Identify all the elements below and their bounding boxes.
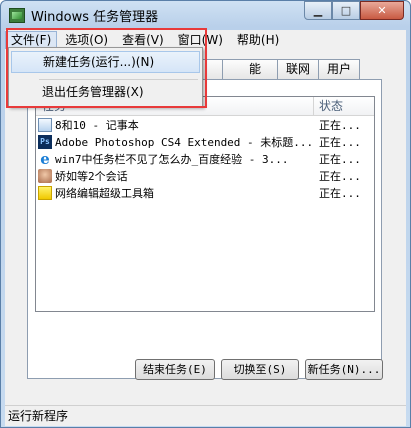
task-name: Adobe Photoshop CS4 Extended - 未标题... [55,135,314,149]
menu-help[interactable]: 帮助(H) [231,31,285,49]
column-status[interactable]: 状态 [314,97,374,115]
window-controls: ▁ □ ✕ [304,1,404,20]
tab-performance[interactable]: 能 [222,59,278,79]
task-status: 正在... [319,186,361,200]
task-row[interactable]: 8和10 - 记事本 正在... [36,116,374,133]
tab-networking[interactable]: 联网 [277,59,320,79]
task-list[interactable]: 任务 状态 8和10 - 记事本 正在... PsAdobe Photoshop… [35,96,375,312]
notepad-icon [38,117,52,132]
task-status: 正在... [319,118,361,132]
file-menu-dropdown: 新建任务(运行...)(N) 退出任务管理器(X) [8,47,203,107]
applications-panel: 任务 状态 8和10 - 记事本 正在... PsAdobe Photoshop… [27,79,382,379]
tab-users[interactable]: 用户 [318,59,361,79]
title-bar[interactable]: Windows 任务管理器 ▁ □ ✕ [1,1,410,29]
minimize-button[interactable]: ▁ [304,1,332,20]
new-task-button[interactable]: 新任务(N)... [305,359,383,380]
menu-separator [39,79,198,80]
task-status: 正在... [319,152,361,166]
task-status: 正在... [319,169,361,183]
task-row[interactable]: e win7中任务栏不见了怎么办_百度经验 - 3... 正在... [36,150,374,167]
task-row[interactable]: 娇如等2个会话 正在... [36,167,374,184]
window-title: Windows 任务管理器 [31,10,159,25]
task-name: 娇如等2个会话 [55,169,128,183]
photoshop-icon: Ps [38,134,52,149]
task-name: 8和10 - 记事本 [55,118,139,132]
chat-avatar-icon [38,168,52,183]
menu-exit-task-manager[interactable]: 退出任务管理器(X) [11,82,200,102]
task-row[interactable]: Ps Adobe Photoshop CS4 Extended - 未标题... … [36,133,374,150]
ie-icon: e [40,150,50,167]
task-name: 网络编辑超级工具箱 [55,186,154,200]
end-task-button[interactable]: 结束任务(E) [135,359,215,380]
switch-to-button[interactable]: 切换至(S) [221,359,299,380]
task-row[interactable]: 网络编辑超级工具箱 正在... [36,184,374,201]
close-button[interactable]: ✕ [360,1,404,20]
task-name: win7中任务栏不见了怎么办_百度经验 - 3... [55,152,289,166]
menu-new-task[interactable]: 新建任务(运行...)(N) [11,51,200,73]
status-bar: 运行新程序 [5,405,406,426]
task-status: 正在... [319,135,361,149]
toolbox-icon [38,185,52,200]
maximize-button[interactable]: □ [332,1,360,20]
task-manager-icon [9,8,25,23]
